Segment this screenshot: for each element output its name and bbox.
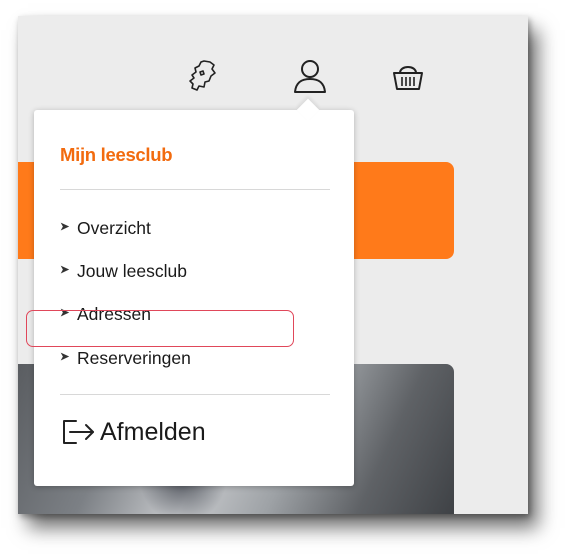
chevron-right-icon: ➤ — [60, 306, 70, 319]
divider — [60, 394, 330, 395]
chevron-right-icon: ➤ — [60, 263, 70, 276]
chevron-right-icon: ➤ — [60, 350, 70, 363]
shopping-basket-icon[interactable] — [388, 54, 428, 98]
logout-arrow-icon — [63, 420, 94, 444]
logout-button[interactable]: Afmelden — [60, 412, 206, 452]
menu-item-reserveringen[interactable]: ➤ Reserveringen — [60, 343, 191, 373]
menu-title: Mijn leesclub — [60, 144, 173, 165]
menu-item-adressen[interactable]: ➤ Adressen — [60, 299, 151, 329]
menu-item-label: Jouw leesclub — [77, 260, 187, 281]
menu-item-label: Overzicht — [77, 217, 151, 238]
logout-label: Afmelden — [100, 417, 206, 446]
app-window: Mijn leesclub ➤ Overzicht ➤ Jouw leesclu… — [18, 16, 528, 514]
divider — [60, 189, 330, 190]
menu-item-label: Reserveringen — [77, 347, 191, 368]
menu-item-overzicht[interactable]: ➤ Overzicht — [60, 213, 151, 243]
menu-item-label: Adressen — [77, 303, 151, 324]
menu-item-jouw-leesclub[interactable]: ➤ Jouw leesclub — [60, 256, 187, 286]
netherlands-map-icon[interactable] — [182, 54, 222, 98]
user-account-icon[interactable] — [290, 54, 330, 98]
account-dropdown-menu: Mijn leesclub ➤ Overzicht ➤ Jouw leesclu… — [34, 98, 354, 486]
chevron-right-icon: ➤ — [60, 220, 70, 233]
